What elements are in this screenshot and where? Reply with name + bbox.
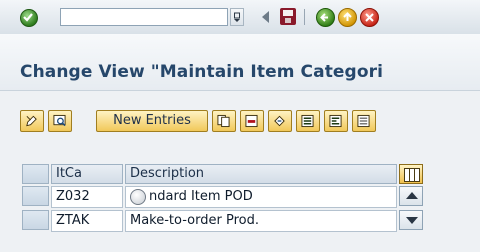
description-cell[interactable]: Make-to-order Prod. xyxy=(125,210,397,232)
itca-cell[interactable]: Z032 xyxy=(51,186,123,208)
scroll-down-button[interactable] xyxy=(399,210,423,230)
cancel-icon[interactable] xyxy=(360,8,379,27)
itca-cell[interactable]: ZTAK xyxy=(51,210,123,232)
new-entries-button[interactable]: New Entries xyxy=(96,110,208,132)
copy-icon[interactable] xyxy=(212,110,236,132)
table-area: ItCa Description Z032 ndard Item POD ZTA… xyxy=(0,151,480,252)
description-cell[interactable]: ndard Item POD xyxy=(125,186,397,208)
item-category-table: ItCa Description Z032 ndard Item POD ZTA… xyxy=(22,164,432,252)
delete-icon[interactable] xyxy=(240,110,264,132)
row-selector[interactable] xyxy=(22,186,49,206)
deselect-all-icon[interactable] xyxy=(352,110,376,132)
system-toolbar xyxy=(0,0,480,35)
edit-pencil-icon[interactable] xyxy=(20,110,44,132)
toolbar-separator xyxy=(304,9,305,25)
command-field[interactable] xyxy=(60,8,228,26)
dropdown-icon[interactable] xyxy=(230,8,244,26)
table-header-row: ItCa Description xyxy=(22,164,432,184)
scroll-up-button[interactable] xyxy=(399,186,423,206)
undo-icon[interactable] xyxy=(268,110,292,132)
back-arrow-icon[interactable] xyxy=(262,11,269,23)
page-title: Change View "Maintain Item Categori xyxy=(20,62,384,82)
table-row: ZTAK Make-to-order Prod. xyxy=(22,210,432,232)
column-header-itca[interactable]: ItCa xyxy=(51,164,123,184)
help-pointer-icon xyxy=(130,189,146,205)
row-selector[interactable] xyxy=(22,210,49,230)
column-header-description[interactable]: Description xyxy=(125,164,397,184)
title-bar: Change View "Maintain Item Categori xyxy=(0,34,480,91)
application-toolbar: New Entries xyxy=(0,91,480,151)
back-icon[interactable] xyxy=(316,8,335,27)
display-icon[interactable] xyxy=(48,110,72,132)
select-all-icon[interactable] xyxy=(296,110,320,132)
column-config-icon[interactable] xyxy=(399,164,423,184)
description-text: ndard Item POD xyxy=(149,189,253,204)
table-row: Z032 ndard Item POD xyxy=(22,186,432,208)
save-icon[interactable] xyxy=(280,8,296,25)
select-block-icon[interactable] xyxy=(324,110,348,132)
ok-icon[interactable] xyxy=(20,9,38,27)
select-all-cell[interactable] xyxy=(22,164,49,184)
exit-icon[interactable] xyxy=(338,8,357,27)
